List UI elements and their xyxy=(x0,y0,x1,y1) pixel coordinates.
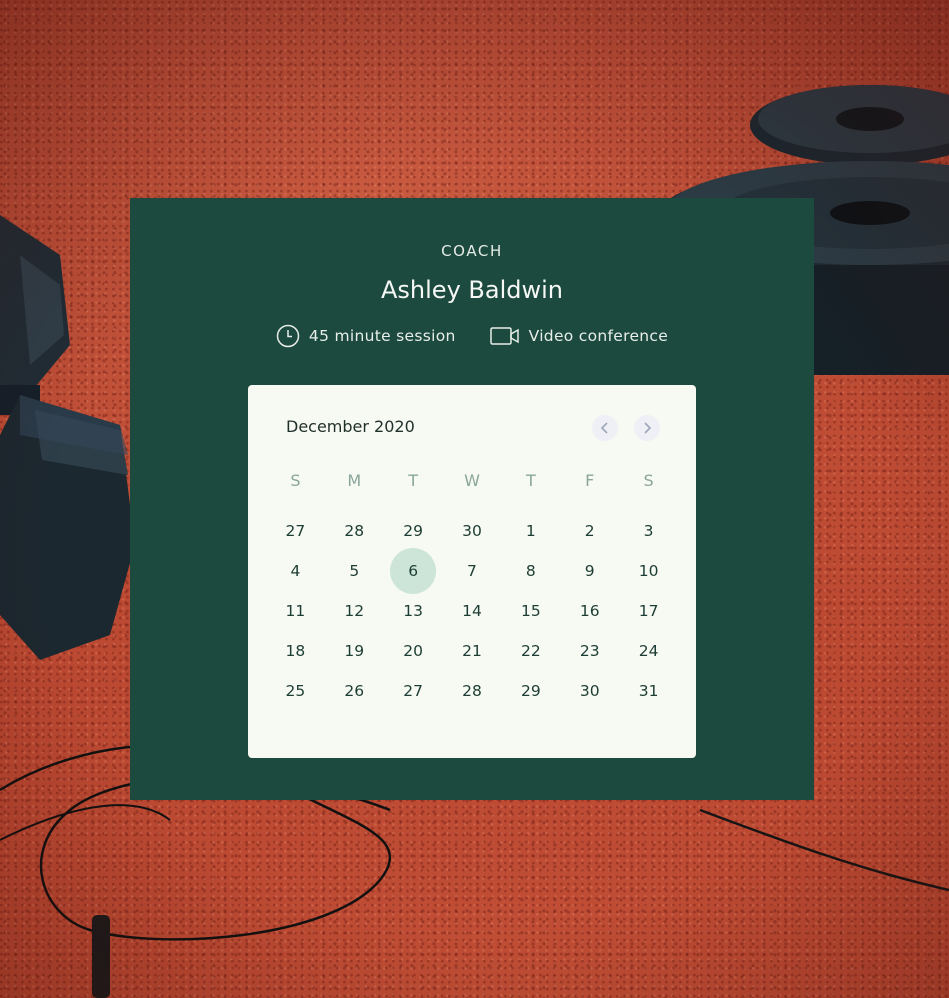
calendar-day[interactable]: 24 xyxy=(619,631,678,671)
calendar-day[interactable]: 2 xyxy=(560,511,619,551)
calendar-day-number: 2 xyxy=(584,522,595,540)
calendar-day[interactable]: 1 xyxy=(501,511,560,551)
calendar-day[interactable]: 22 xyxy=(501,631,560,671)
calendar-day-number: 15 xyxy=(520,602,541,620)
calendar-day-number: 28 xyxy=(344,522,365,540)
calendar-day[interactable]: 4 xyxy=(266,551,325,591)
calendar-day[interactable]: 10 xyxy=(619,551,678,591)
session-format: Video conference xyxy=(489,326,669,346)
calendar-day-grid: 27 28 29 30 1 2 3 4 5 6 7 8 9 10 11 12 13 14 15 16 17 18 19 20 2… xyxy=(266,511,678,711)
weekday-header-row: SMTWTFS xyxy=(266,471,678,490)
calendar-day-number: 30 xyxy=(462,522,482,540)
calendar-day-number: 12 xyxy=(344,602,365,620)
calendar-day-number: 8 xyxy=(525,562,536,580)
weekday-label: S xyxy=(290,471,301,490)
coach-role-label: COACH xyxy=(441,242,503,260)
calendar-day[interactable]: 3 xyxy=(619,511,678,551)
calendar-day[interactable]: 30 xyxy=(560,671,619,711)
calendar-day-number: 27 xyxy=(285,522,306,540)
calendar-day-number: 7 xyxy=(467,562,477,580)
calendar-day-number: 30 xyxy=(579,682,600,700)
calendar-day-number: 9 xyxy=(584,562,595,580)
calendar-day-number: 16 xyxy=(579,602,600,620)
video-camera-icon xyxy=(489,326,520,346)
calendar-day[interactable]: 5 xyxy=(325,551,384,591)
weekday-label: W xyxy=(464,471,480,490)
calendar-day-number: 27 xyxy=(403,682,423,700)
calendar-day-number: 18 xyxy=(285,642,306,660)
calendar-day-number: 13 xyxy=(403,602,423,620)
coach-name: Ashley Baldwin xyxy=(381,276,563,304)
weekday-label: T xyxy=(408,471,419,490)
calendar-day-number: 17 xyxy=(638,602,659,620)
calendar-day-number: 14 xyxy=(462,602,482,620)
calendar-day[interactable]: 26 xyxy=(325,671,384,711)
session-duration-label: 45 minute session xyxy=(308,327,456,345)
calendar-day[interactable]: 13 xyxy=(384,591,443,631)
chevron-left-icon xyxy=(600,422,608,434)
calendar-day-number: 29 xyxy=(520,682,541,700)
calendar-day[interactable]: 19 xyxy=(325,631,384,671)
calendar-day-number: 22 xyxy=(520,642,541,660)
calendar-day[interactable]: 23 xyxy=(560,631,619,671)
calendar-day-number: 21 xyxy=(462,642,482,660)
calendar-day[interactable]: 7 xyxy=(443,551,502,591)
calendar-day-number: 6 xyxy=(408,562,419,580)
calendar-day[interactable]: 15 xyxy=(501,591,560,631)
calendar-day-number: 11 xyxy=(285,602,306,620)
calendar-day-number: 26 xyxy=(344,682,365,700)
calendar-day[interactable]: 30 xyxy=(443,511,502,551)
calendar-day[interactable]: 17 xyxy=(619,591,678,631)
session-duration: 45 minute session xyxy=(276,324,456,348)
weekday-label: M xyxy=(347,471,362,490)
calendar-day[interactable]: 14 xyxy=(443,591,502,631)
calendar-day[interactable]: 11 xyxy=(266,591,325,631)
date-picker-calendar: December 2020 SMTWTFS 27 28 29 30 1 2 3 4 5 6 7 8 9 1… xyxy=(248,385,696,758)
calendar-day[interactable]: 20 xyxy=(384,631,443,671)
calendar-day[interactable]: 8 xyxy=(501,551,560,591)
calendar-day-number: 31 xyxy=(638,682,659,700)
calendar-day-number: 24 xyxy=(638,642,659,660)
chevron-right-icon xyxy=(644,422,652,434)
calendar-day[interactable]: 18 xyxy=(266,631,325,671)
previous-month-button[interactable] xyxy=(592,415,618,441)
session-format-label: Video conference xyxy=(528,327,669,345)
booking-card: COACH Ashley Baldwin 45 minute session V… xyxy=(130,198,814,800)
calendar-day-number: 5 xyxy=(349,562,360,580)
calendar-day[interactable]: 25 xyxy=(266,671,325,711)
clock-icon xyxy=(276,324,300,348)
calendar-day-number: 19 xyxy=(344,642,365,660)
calendar-day[interactable]: 9 xyxy=(560,551,619,591)
calendar-day[interactable]: 29 xyxy=(384,511,443,551)
calendar-day-number: 20 xyxy=(403,642,423,660)
calendar-day[interactable]: 28 xyxy=(443,671,502,711)
calendar-day-number: 23 xyxy=(579,642,600,660)
weekday-label: F xyxy=(585,471,595,490)
calendar-day-selected[interactable]: 6 xyxy=(384,551,443,591)
calendar-day[interactable]: 16 xyxy=(560,591,619,631)
calendar-day-number: 4 xyxy=(290,562,301,580)
calendar-day[interactable]: 31 xyxy=(619,671,678,711)
calendar-day[interactable]: 27 xyxy=(384,671,443,711)
calendar-day[interactable]: 12 xyxy=(325,591,384,631)
weekday-label: S xyxy=(643,471,654,490)
calendar-day[interactable]: 29 xyxy=(501,671,560,711)
calendar-day[interactable]: 28 xyxy=(325,511,384,551)
calendar-day[interactable]: 27 xyxy=(266,511,325,551)
calendar-day-number: 1 xyxy=(525,522,536,540)
next-month-button[interactable] xyxy=(634,415,660,441)
calendar-day-number: 25 xyxy=(285,682,306,700)
calendar-day-number: 3 xyxy=(643,522,654,540)
calendar-day-number: 29 xyxy=(403,522,423,540)
calendar-day-number: 28 xyxy=(462,682,482,700)
calendar-day-number: 10 xyxy=(638,562,659,580)
session-details: 45 minute session Video conference xyxy=(130,322,814,350)
weekday-label: T xyxy=(525,471,536,490)
calendar-month-label: December 2020 xyxy=(286,417,415,436)
calendar-day[interactable]: 21 xyxy=(443,631,502,671)
